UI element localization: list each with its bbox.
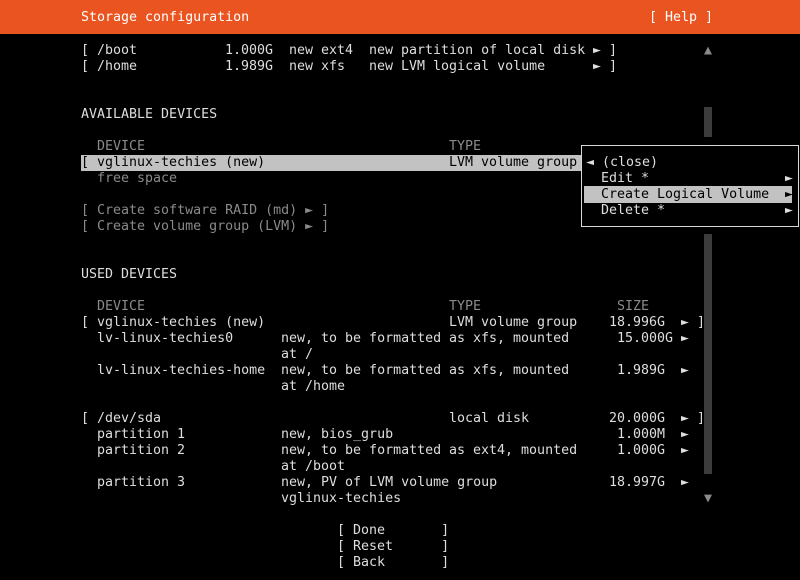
mount-path: /boot — [97, 43, 138, 58]
free-space-label: free space — [97, 171, 178, 186]
scrollbar-track-upper[interactable] — [704, 107, 712, 137]
row-bracket: [ — [81, 155, 90, 170]
device-size: 18.996G — [609, 315, 666, 330]
mount-format: new ext4 — [289, 43, 354, 58]
row-menu-arrow[interactable]: ► — [681, 315, 689, 331]
row-menu-arrow[interactable]: ► — [681, 443, 689, 459]
row-menu-arrow[interactable]: ► — [681, 411, 689, 427]
device-name: lv-linux-techies0 — [97, 331, 234, 346]
menu-item-close[interactable]: ◄ (close) — [586, 155, 658, 171]
device-size: 1.000M — [617, 427, 666, 442]
available-device-row-selected[interactable]: [ vglinux-techies (new) LVM volume group — [81, 155, 581, 171]
used-devices-heading: USED DEVICES — [81, 267, 178, 282]
device-desc-cont: at / — [281, 347, 314, 362]
device-name: vglinux-techies (new) — [97, 315, 266, 330]
column-header-device: DEVICE — [97, 299, 146, 314]
column-header-type: TYPE — [449, 299, 482, 314]
row-bracket: [ — [81, 59, 90, 74]
row-bracket: [ — [81, 43, 90, 58]
device-size: 20.000G — [609, 411, 666, 426]
create-raid-button[interactable]: [ Create software RAID (md) ► ] — [81, 203, 329, 219]
device-desc: new, PV of LVM volume group — [281, 475, 498, 490]
menu-arrow-icon: ► — [785, 171, 794, 186]
device-name: /dev/sda — [97, 411, 162, 426]
available-devices-heading: AVAILABLE DEVICES — [81, 107, 218, 122]
device-size: 1.989G — [617, 363, 666, 378]
device-desc: new, to be formatted — [281, 363, 442, 378]
device-desc: new, to be formatted — [281, 443, 442, 458]
mount-size: 1.989G — [225, 59, 274, 74]
scrollbar-track-lower[interactable] — [704, 234, 712, 474]
column-header-size: SIZE — [617, 299, 650, 314]
menu-item-delete[interactable]: Delete * — [601, 203, 665, 219]
scroll-up-arrow[interactable]: ▲ — [704, 43, 712, 59]
back-button[interactable]: [ Back ] — [337, 555, 449, 571]
menu-arrow-icon: ► — [785, 187, 794, 202]
device-type: LVM volume group — [449, 155, 578, 170]
mount-path: /home — [97, 59, 138, 74]
row-menu-arrow[interactable]: ► — [681, 363, 689, 379]
row-bracket: [ — [81, 411, 90, 426]
row-menu-arrow[interactable]: ► — [593, 43, 601, 59]
row-bracket: ] — [609, 43, 618, 58]
mount-desc: new LVM logical volume — [369, 59, 546, 74]
device-desc-cont: at /boot — [281, 459, 346, 474]
device-size: 18.997G — [609, 475, 666, 490]
row-bracket: [ — [81, 315, 90, 330]
title-bar: Storage configuration [ Help ] — [0, 0, 800, 34]
mount-format: new xfs — [289, 59, 346, 74]
device-type: LVM volume group — [449, 315, 578, 330]
device-name: partition 3 — [97, 475, 186, 490]
row-menu-arrow[interactable]: ► — [681, 331, 689, 347]
device-name: partition 2 — [97, 443, 186, 458]
menu-item-edit[interactable]: Edit * — [601, 171, 649, 187]
row-bracket: ] — [609, 59, 618, 74]
row-menu-arrow[interactable]: ► — [593, 59, 601, 75]
device-name: lv-linux-techies-home — [97, 363, 266, 378]
reset-button[interactable]: [ Reset ] — [337, 539, 449, 555]
help-button[interactable]: [ Help ] — [649, 10, 713, 26]
row-menu-arrow[interactable]: ► — [681, 475, 689, 491]
device-desc-cont: vglinux-techies — [281, 491, 402, 506]
row-bracket: ] — [697, 315, 706, 330]
menu-arrow-icon: ► — [785, 203, 794, 218]
device-type: as ext4, mounted — [449, 443, 578, 458]
row-bracket: ] — [697, 411, 706, 426]
device-name: vglinux-techies (new) — [97, 155, 266, 170]
device-type: as xfs, mounted — [449, 331, 570, 346]
row-menu-arrow[interactable]: ► — [681, 427, 689, 443]
create-volume-group-button[interactable]: [ Create volume group (LVM) ► ] — [81, 219, 329, 235]
scroll-down-arrow[interactable]: ▼ — [704, 491, 712, 507]
menu-item-create-logical-volume[interactable]: Create Logical Volume — [601, 187, 769, 203]
device-name: partition 1 — [97, 427, 186, 442]
device-desc-cont: at /home — [281, 379, 346, 394]
done-button[interactable]: [ Done ] — [337, 523, 449, 539]
mount-desc: new partition of local disk — [369, 43, 586, 58]
device-desc: new, bios_grub — [281, 427, 394, 442]
page-title: Storage configuration — [81, 10, 250, 25]
device-desc: new, to be formatted — [281, 331, 442, 346]
device-size: 1.000G — [617, 443, 666, 458]
device-size: 15.000G — [617, 331, 674, 346]
column-header-device: DEVICE — [97, 139, 146, 154]
column-header-type: TYPE — [449, 139, 482, 154]
device-type: local disk — [449, 411, 530, 426]
device-type: as xfs, mounted — [449, 363, 570, 378]
mount-size: 1.000G — [225, 43, 274, 58]
